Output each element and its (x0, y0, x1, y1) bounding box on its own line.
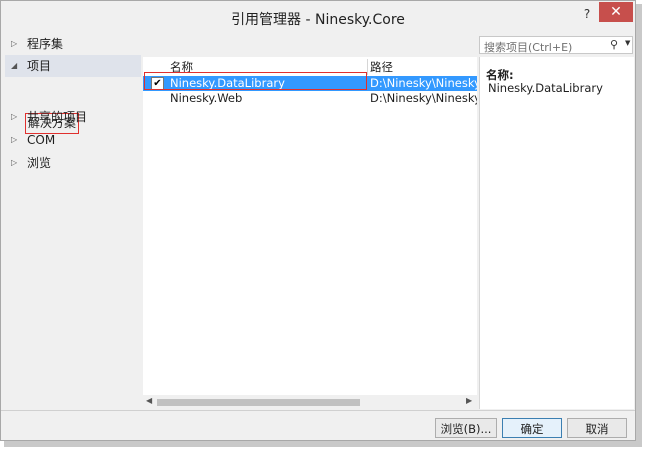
chevron-down-icon[interactable]: ▼ (625, 39, 630, 47)
tree-item-label: 项目 (27, 59, 52, 73)
tree-item-label: 浏览 (27, 156, 52, 170)
category-tree: ▷ 程序集 ◢ 项目 解决方案 ▷ 共享的项目 ▷ COM ▷ 浏览 (5, 33, 141, 409)
expand-arrow-icon: ▷ (11, 135, 18, 144)
search-placeholder: 搜索项目(Ctrl+E) (484, 41, 573, 54)
footer-divider (1, 410, 635, 411)
reference-list: 名称 路径 ✔ Ninesky.DataLibrary D:\Ninesky\N… (143, 57, 477, 409)
tree-item-com[interactable]: ▷ COM (5, 129, 141, 151)
cancel-button[interactable]: 取消 (567, 418, 627, 438)
horizontal-scrollbar[interactable]: ◀ ▶ (143, 395, 477, 409)
row-path: D:\Ninesky\Ninesky\Nin (370, 91, 477, 105)
expand-arrow-icon: ▷ (11, 39, 18, 48)
scrollbar-thumb[interactable] (157, 399, 360, 406)
expand-arrow-icon: ▷ (11, 158, 18, 167)
row-name: Ninesky.Web (170, 91, 243, 105)
search-icon[interactable]: ⚲ (610, 38, 618, 51)
table-row[interactable]: Ninesky.Web D:\Ninesky\Ninesky\Nin (143, 91, 477, 106)
column-divider[interactable] (367, 59, 368, 75)
scroll-left-icon[interactable]: ◀ (146, 396, 152, 405)
window-shadow-bottom (4, 441, 642, 447)
window-title: 引用管理器 - Ninesky.Core (231, 12, 405, 28)
tree-item-label: 共享的项目 (27, 110, 88, 124)
window-shadow-right (636, 4, 642, 445)
tree-item-label: 程序集 (27, 37, 64, 51)
highlight-annotation (144, 72, 367, 90)
column-header-path[interactable]: 路径 (370, 59, 393, 75)
collapse-arrow-icon: ◢ (11, 61, 18, 70)
ok-button[interactable]: 确定 (502, 418, 562, 438)
reference-manager-dialog: 引用管理器 - Ninesky.Core ? ✕ ▷ 程序集 ◢ 项目 解决方案… (0, 0, 636, 441)
row-path: D:\Ninesky\Ninesky\Nin (370, 76, 477, 90)
tree-item-shared-projects[interactable]: ▷ 共享的项目 (5, 106, 141, 128)
close-button[interactable]: ✕ (599, 2, 633, 22)
detail-panel: 名称: Ninesky.DataLibrary (479, 57, 634, 409)
scroll-right-icon[interactable]: ▶ (466, 396, 472, 405)
expand-arrow-icon: ▷ (11, 112, 18, 121)
search-input[interactable]: 搜索项目(Ctrl+E) ⚲ ▼ (479, 36, 633, 54)
help-button[interactable]: ? (579, 7, 595, 23)
tree-item-assemblies[interactable]: ▷ 程序集 (5, 33, 141, 55)
detail-value: Ninesky.DataLibrary (488, 81, 603, 95)
tree-item-label: COM (27, 133, 56, 147)
tree-item-projects[interactable]: ◢ 项目 (5, 55, 141, 77)
tree-item-browse[interactable]: ▷ 浏览 (5, 152, 141, 174)
browse-button[interactable]: 浏览(B)... (435, 418, 497, 438)
title-bar: 引用管理器 - Ninesky.Core ? ✕ (1, 1, 635, 31)
